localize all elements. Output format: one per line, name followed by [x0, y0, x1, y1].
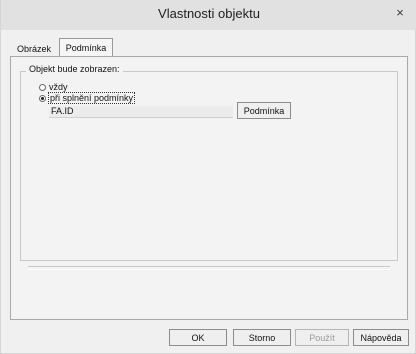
radio-selected-dot [41, 97, 44, 100]
radio-on-condition-label: při splnění podmínky [48, 92, 136, 104]
radio-always[interactable] [39, 84, 46, 91]
condition-button[interactable]: Podmínka [237, 102, 291, 119]
close-icon: × [396, 4, 404, 20]
dialog-window: Vlastnosti objektu × Obrázek Podmínka Ob… [0, 0, 416, 354]
separator-highlight [28, 269, 390, 270]
groupbox-title: Objekt bude zobrazen: [26, 64, 123, 74]
close-button[interactable]: × [387, 2, 413, 22]
ok-button[interactable]: OK [169, 329, 227, 346]
tab-obrazek[interactable]: Obrázek [10, 41, 58, 56]
window-title: Vlastnosti objektu [158, 6, 260, 21]
cancel-button[interactable]: Storno [233, 329, 291, 346]
title-bar[interactable]: Vlastnosti objektu × [1, 0, 416, 30]
radio-on-condition[interactable] [39, 95, 46, 102]
apply-button[interactable]: Použít [295, 329, 349, 346]
separator [28, 266, 390, 267]
condition-field: FA.ID [49, 106, 233, 118]
tab-podminka[interactable]: Podmínka [59, 38, 113, 56]
radio-always-label: vždy [49, 82, 68, 92]
help-button[interactable]: Nápověda [353, 329, 409, 346]
